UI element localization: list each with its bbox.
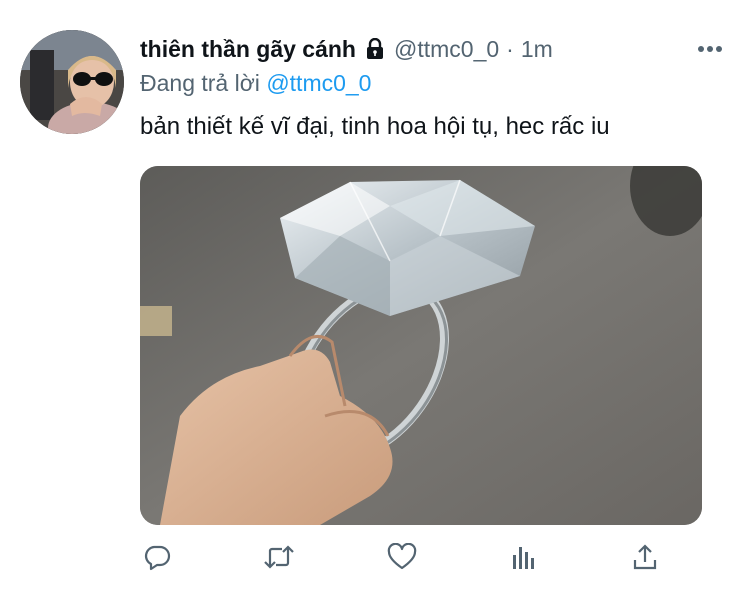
tweet-header: thiên thần gãy cánh @ttmc0_0 · 1m	[140, 34, 553, 64]
timestamp[interactable]: 1m	[521, 36, 553, 63]
analytics-icon	[511, 543, 537, 576]
retweet-button[interactable]	[262, 542, 296, 576]
reply-button[interactable]	[140, 542, 174, 576]
tweet-media-image[interactable]	[140, 166, 702, 525]
reply-icon	[142, 542, 172, 577]
share-icon	[631, 542, 659, 577]
separator-dot: ·	[506, 35, 514, 62]
avatar[interactable]	[20, 30, 124, 134]
retweet-icon	[262, 542, 296, 577]
share-button[interactable]	[628, 542, 662, 576]
replying-prefix: Đang trả lời	[140, 70, 260, 96]
user-handle[interactable]: @ttmc0_0	[394, 36, 499, 63]
analytics-button[interactable]	[507, 542, 541, 576]
lock-icon	[365, 38, 385, 60]
replying-to: Đang trả lời @ttmc0_0	[140, 70, 371, 97]
heart-icon	[387, 542, 417, 576]
display-name[interactable]: thiên thần gãy cánh	[140, 36, 356, 63]
tweet-text: bản thiết kế vĩ đại, tinh hoa hội tụ, he…	[140, 113, 610, 140]
more-horizontal-icon[interactable]	[694, 36, 726, 62]
replying-to-link[interactable]: @ttmc0_0	[266, 70, 371, 96]
like-button[interactable]	[385, 542, 419, 576]
